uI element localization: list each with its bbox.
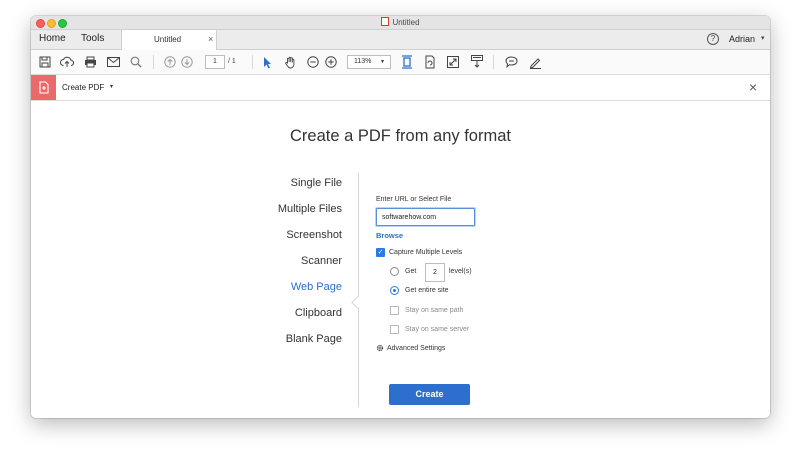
create-pdf-panel: Create a PDF from any format Single File… bbox=[31, 101, 770, 418]
tool-title-caret-icon[interactable]: ▾ bbox=[110, 83, 113, 90]
app-window: Untitled Home Tools Untitled × ? Adrian … bbox=[31, 16, 770, 418]
capture-multiple-levels-label: Capture Multiple Levels bbox=[389, 249, 463, 256]
format-scanner[interactable]: Scanner bbox=[211, 254, 342, 280]
zoom-in-icon[interactable] bbox=[324, 54, 338, 70]
page-title: Create a PDF from any format bbox=[290, 127, 511, 145]
save-icon[interactable] bbox=[37, 54, 53, 70]
format-clipboard[interactable]: Clipboard bbox=[211, 306, 342, 332]
window-title: Untitled bbox=[31, 17, 770, 27]
comment-icon[interactable] bbox=[503, 54, 519, 70]
get-entire-site-radio[interactable] bbox=[390, 286, 399, 295]
full-screen-icon[interactable] bbox=[445, 54, 461, 70]
url-label: Enter URL or Select File bbox=[376, 196, 452, 203]
tab-bar: Home Tools Untitled × ? Adrian ▾ bbox=[31, 30, 770, 50]
selection-pointer bbox=[351, 296, 364, 309]
zoom-out-icon[interactable] bbox=[306, 54, 320, 70]
tab-document[interactable]: Untitled × bbox=[121, 30, 217, 50]
zoom-caret-icon: ▾ bbox=[381, 59, 385, 65]
get-levels-label: Get bbox=[405, 268, 417, 275]
format-blank-page[interactable]: Blank Page bbox=[211, 332, 342, 358]
get-entire-site-label: Get entire site bbox=[405, 287, 449, 294]
gear-icon[interactable] bbox=[376, 344, 384, 352]
toolbar-divider bbox=[153, 55, 154, 69]
read-mode-icon[interactable] bbox=[469, 54, 485, 70]
toolbar-divider bbox=[252, 55, 253, 69]
capture-multiple-levels-checkbox[interactable]: ✓ bbox=[376, 248, 385, 257]
create-button[interactable]: Create bbox=[389, 384, 470, 405]
help-icon[interactable]: ? bbox=[707, 33, 719, 45]
format-single-file[interactable]: Single File bbox=[211, 176, 342, 202]
tab-document-label: Untitled bbox=[154, 35, 182, 44]
stay-same-path-label: Stay on same path bbox=[405, 307, 464, 314]
format-list: Single File Multiple Files Screenshot Sc… bbox=[211, 176, 342, 358]
tab-close-icon[interactable]: × bbox=[208, 34, 213, 44]
tab-tools[interactable]: Tools bbox=[81, 33, 104, 44]
page-total: / 1 bbox=[228, 58, 236, 65]
levels-input[interactable]: 2 bbox=[425, 263, 445, 282]
format-screenshot[interactable]: Screenshot bbox=[211, 228, 342, 254]
tool-header: Create PDF ▾ × bbox=[31, 75, 770, 101]
email-icon[interactable] bbox=[105, 54, 121, 70]
format-web-page[interactable]: Web Page bbox=[211, 280, 342, 306]
pdf-document-icon bbox=[381, 17, 390, 26]
upload-cloud-icon[interactable] bbox=[59, 54, 75, 70]
stay-same-server-checkbox[interactable] bbox=[390, 325, 399, 334]
create-pdf-tool-icon bbox=[31, 75, 56, 100]
print-icon[interactable] bbox=[82, 54, 98, 70]
zoom-level-value: 113% bbox=[354, 58, 372, 65]
zoom-level-select[interactable]: 113% ▾ bbox=[347, 55, 391, 69]
get-levels-radio[interactable] bbox=[390, 267, 399, 276]
next-page-icon[interactable] bbox=[179, 54, 195, 70]
select-cursor-icon[interactable] bbox=[259, 54, 275, 70]
format-multiple-files[interactable]: Multiple Files bbox=[211, 202, 342, 228]
hand-tool-icon[interactable] bbox=[282, 54, 298, 70]
title-bar: Untitled bbox=[31, 16, 770, 30]
url-input[interactable]: softwarehow.com bbox=[376, 208, 475, 226]
tab-home[interactable]: Home bbox=[39, 33, 66, 44]
search-icon[interactable] bbox=[128, 54, 144, 70]
advanced-settings-link[interactable]: Advanced Settings bbox=[387, 345, 445, 352]
close-tool-icon[interactable]: × bbox=[749, 79, 757, 95]
previous-page-icon[interactable] bbox=[162, 54, 178, 70]
main-toolbar: 1 / 1 113% ▾ bbox=[31, 50, 770, 75]
fit-page-icon[interactable] bbox=[399, 54, 415, 70]
stay-same-path-checkbox[interactable] bbox=[390, 306, 399, 315]
toolbar-divider bbox=[493, 55, 494, 69]
fill-sign-icon[interactable] bbox=[527, 54, 543, 70]
browse-link[interactable]: Browse bbox=[376, 231, 403, 240]
stay-same-server-label: Stay on same server bbox=[405, 326, 470, 333]
tool-title[interactable]: Create PDF bbox=[62, 83, 104, 92]
user-menu[interactable]: Adrian bbox=[729, 34, 755, 44]
page-number-input[interactable]: 1 bbox=[205, 55, 225, 69]
panel-divider bbox=[358, 173, 359, 407]
levels-suffix: level(s) bbox=[449, 268, 472, 275]
rotate-page-icon[interactable] bbox=[422, 54, 438, 70]
user-menu-caret-icon[interactable]: ▾ bbox=[761, 34, 765, 42]
